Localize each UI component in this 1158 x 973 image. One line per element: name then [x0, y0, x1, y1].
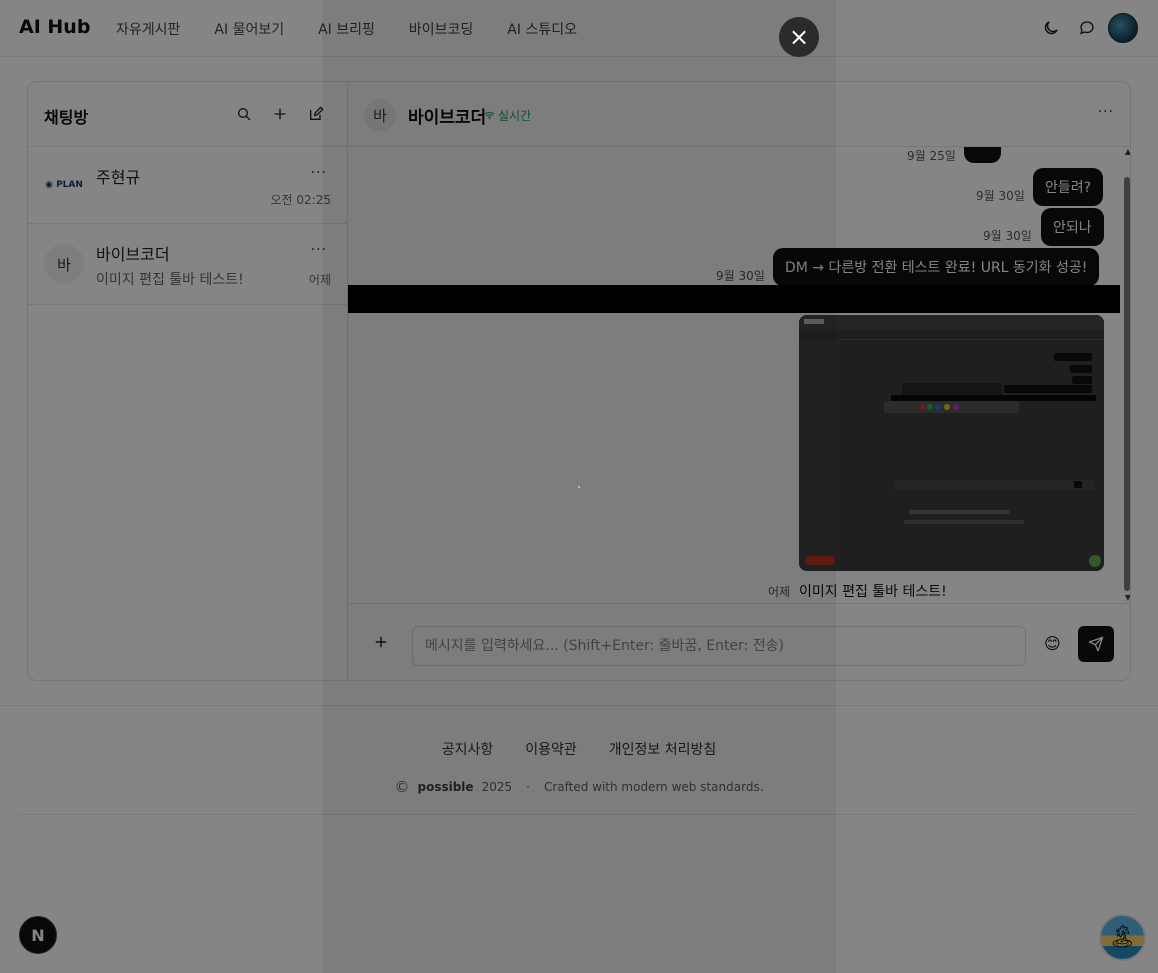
- close-button[interactable]: ×: [779, 17, 819, 57]
- close-icon: ×: [788, 23, 810, 51]
- image-viewer-dot: [578, 486, 580, 488]
